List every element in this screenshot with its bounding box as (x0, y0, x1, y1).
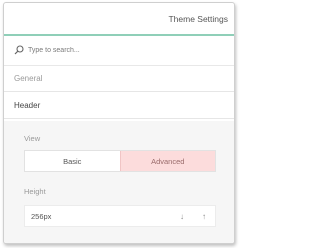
height-label: Height (24, 187, 46, 196)
search-input[interactable] (28, 47, 188, 54)
section-general[interactable]: General (4, 66, 234, 92)
search-bar (4, 36, 234, 66)
view-label: View (24, 134, 41, 143)
arrow-down-icon[interactable]: ↓ (171, 206, 193, 226)
arrow-up-icon[interactable]: ↑ (193, 206, 215, 226)
section-header[interactable]: Header (4, 92, 234, 119)
window-title: Theme Settings (168, 13, 228, 24)
view-option-basic[interactable]: Basic (25, 151, 120, 171)
search-icon (14, 42, 28, 60)
height-input[interactable]: 256px (25, 212, 171, 221)
view-toggle: Basic Advanced (24, 150, 216, 172)
height-stepper: 256px ↓ ↑ (24, 205, 216, 227)
header-settings-panel: View Basic Advanced Height 256px ↓ ↑ (4, 121, 234, 243)
theme-settings-window: Theme Settings General Header View Basic… (3, 2, 235, 244)
title-bar: Theme Settings (4, 3, 234, 36)
view-option-advanced[interactable]: Advanced (119, 151, 215, 171)
